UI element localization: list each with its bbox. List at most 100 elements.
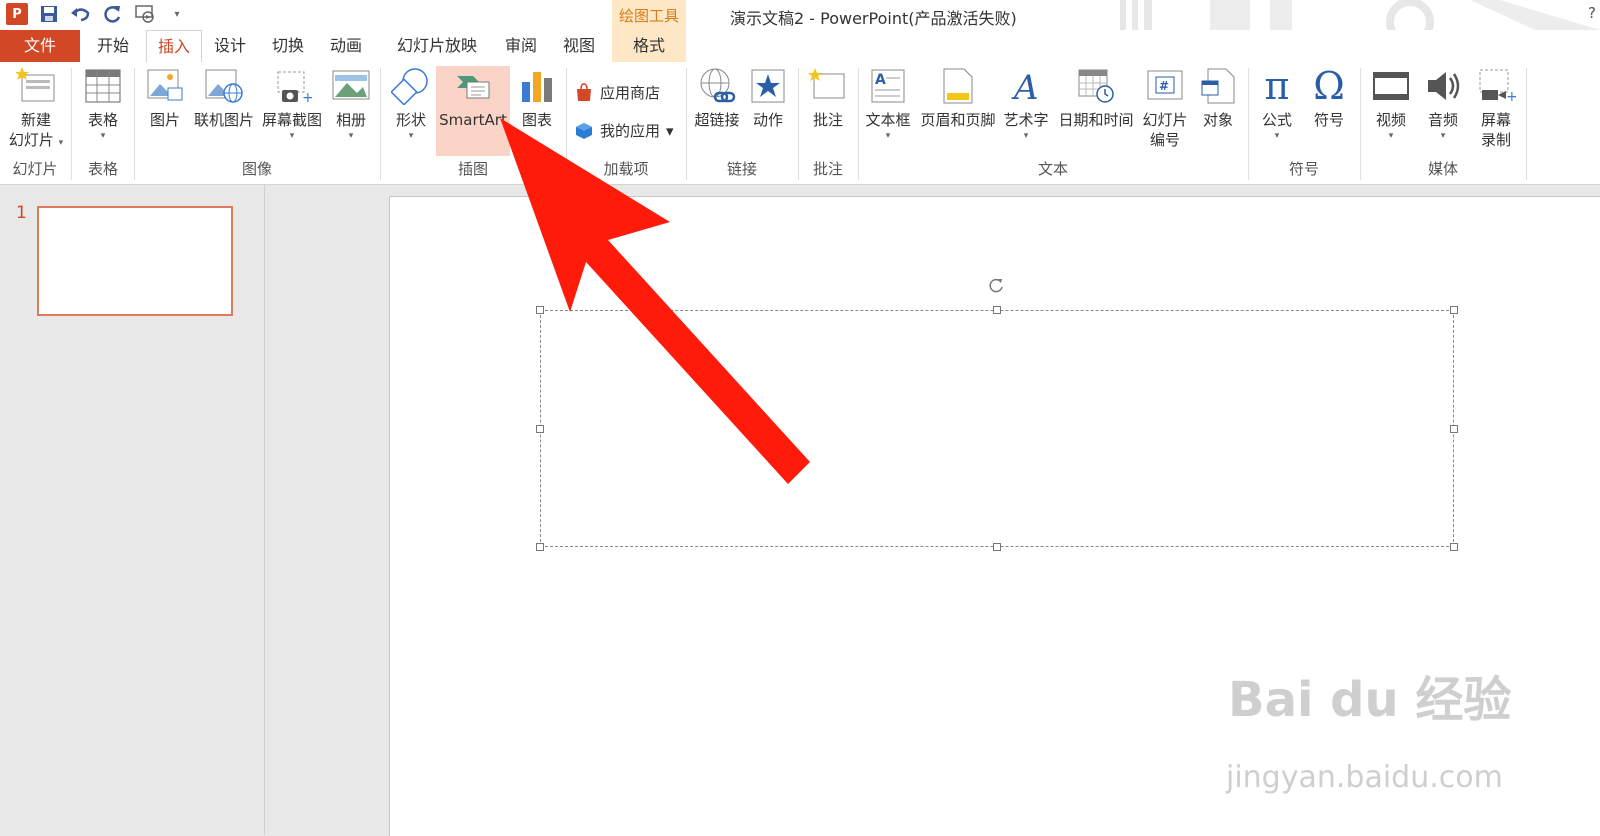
tab-view[interactable]: 视图: [556, 30, 602, 62]
group-separator: [134, 68, 135, 180]
textbox-button[interactable]: A 文本框 ▾: [862, 66, 914, 142]
tab-review[interactable]: 审阅: [498, 30, 544, 62]
group-label-media: 媒体: [1427, 160, 1458, 178]
undo-icon[interactable]: [70, 3, 92, 25]
slide-thumbnail[interactable]: [37, 206, 233, 316]
header-footer-label: 页眉和页脚: [920, 111, 996, 129]
group-label-slides: 幻灯片: [12, 160, 58, 178]
group-label-comments: 批注: [812, 160, 843, 178]
group-separator: [1248, 68, 1249, 180]
customize-icon[interactable]: ▾: [166, 3, 188, 25]
group-separator: [1526, 68, 1527, 180]
dropdown-arrow-icon: ▾: [1023, 131, 1029, 141]
comment-button[interactable]: 批注: [804, 66, 852, 130]
quick-access-toolbar: P ▾: [6, 3, 188, 25]
group-separator: [1360, 68, 1361, 180]
online-picture-label: 联机图片: [193, 111, 254, 129]
dropdown-arrow-icon: ▾: [1440, 131, 1446, 141]
rotate-handle-icon[interactable]: [987, 276, 1005, 294]
smartart-button[interactable]: SmartArt: [436, 66, 510, 156]
object-button[interactable]: 对象: [1194, 66, 1242, 130]
photo-album-icon: [331, 66, 371, 106]
slide-number-label: 幻灯片: [1142, 111, 1188, 129]
screenshot-icon: +: [272, 66, 312, 106]
screen-recording-label-2: 录制: [1480, 131, 1511, 149]
photo-album-button[interactable]: 相册 ▾: [326, 66, 376, 142]
dropdown-arrow-icon: ▾: [1274, 131, 1280, 141]
picture-label: 图片: [149, 111, 180, 129]
tab-design[interactable]: 设计: [206, 30, 254, 62]
online-picture-button[interactable]: 联机图片: [190, 66, 258, 130]
symbol-button[interactable]: Ω 符号: [1304, 66, 1354, 130]
resize-handle-left[interactable]: [536, 425, 544, 433]
smartart-label: SmartArt: [439, 111, 507, 129]
table-icon: [83, 66, 123, 106]
presentation-icon[interactable]: [134, 3, 156, 25]
audio-button[interactable]: 音频 ▾: [1418, 66, 1468, 142]
svg-text:A: A: [875, 72, 886, 88]
table-button[interactable]: 表格 ▾: [78, 66, 128, 142]
store-button[interactable]: 应用商店: [574, 82, 660, 103]
my-apps-icon: [576, 122, 592, 139]
tab-insert[interactable]: 插入: [146, 30, 202, 63]
help-button[interactable]: ?: [1588, 4, 1596, 22]
resize-handle-top-left[interactable]: [536, 306, 544, 314]
screenshot-label: 屏幕截图: [261, 111, 322, 129]
resize-handle-bottom[interactable]: [993, 543, 1001, 551]
store-icon: [577, 82, 591, 101]
chart-button[interactable]: 图表: [512, 66, 562, 130]
group-label-images: 图像: [241, 160, 272, 178]
slide-thumbnails-panel: 1: [0, 185, 265, 835]
omega-icon: Ω: [1313, 64, 1345, 108]
tab-format[interactable]: 格式: [612, 30, 686, 62]
new-slide-button[interactable]: 新建 幻灯片 ▾: [4, 66, 68, 150]
equation-button[interactable]: π 公式 ▾: [1252, 66, 1302, 142]
group-separator: [798, 68, 799, 180]
chart-label: 图表: [521, 111, 552, 129]
my-apps-button[interactable]: 我的应用 ▾: [574, 120, 674, 141]
textbox-icon: A: [868, 66, 908, 106]
resize-handle-top-right[interactable]: [1450, 306, 1458, 314]
header-footer-button[interactable]: 页眉和页脚: [916, 66, 1000, 130]
slide-number-button[interactable]: # 幻灯片 编号: [1138, 66, 1192, 150]
textbox-label: 文本框: [865, 111, 911, 129]
comment-label: 批注: [812, 111, 843, 129]
svg-text:A: A: [1011, 68, 1039, 105]
comment-icon: [808, 66, 848, 106]
group-label-addins: 加载项: [603, 160, 649, 178]
resize-handle-bottom-left[interactable]: [536, 543, 544, 551]
smartart-icon: [453, 66, 493, 106]
hyperlink-button[interactable]: 超链接: [690, 66, 744, 130]
save-icon[interactable]: [38, 3, 60, 25]
tab-transitions[interactable]: 切换: [264, 30, 312, 62]
screen-recording-button[interactable]: + 屏幕 录制: [1470, 66, 1522, 150]
chart-icon: [517, 66, 557, 106]
shapes-icon: [391, 66, 431, 106]
tab-animations[interactable]: 动画: [322, 30, 370, 62]
svg-text:#: #: [1159, 79, 1169, 93]
group-label-symbols: 符号: [1288, 160, 1319, 178]
tab-home[interactable]: 开始: [88, 30, 138, 62]
screenshot-button[interactable]: + 屏幕截图 ▾: [258, 66, 326, 142]
slide-number-icon: #: [1145, 66, 1185, 106]
wordart-button[interactable]: A 艺术字 ▾: [1000, 66, 1052, 142]
tab-slideshow[interactable]: 幻灯片放映: [384, 30, 490, 62]
action-button[interactable]: 动作: [744, 66, 792, 130]
redo-icon[interactable]: [102, 3, 124, 25]
picture-button[interactable]: 图片: [140, 66, 190, 130]
hyperlink-label: 超链接: [694, 111, 740, 129]
window-title: 演示文稿2 - PowerPoint(产品激活失败): [730, 9, 1017, 28]
drawing-tools-context-title: 绘图工具: [612, 0, 686, 30]
date-time-button[interactable]: 日期和时间: [1054, 66, 1138, 130]
dropdown-arrow-icon: ▾: [100, 131, 106, 141]
symbol-label: 符号: [1313, 111, 1344, 129]
video-button[interactable]: 视频 ▾: [1366, 66, 1416, 142]
resize-handle-right[interactable]: [1450, 425, 1458, 433]
equation-label: 公式: [1261, 111, 1292, 129]
shapes-button[interactable]: 形状 ▾: [386, 66, 436, 142]
object-icon: [1198, 66, 1238, 106]
tab-file[interactable]: 文件: [0, 30, 80, 62]
resize-handle-top[interactable]: [993, 306, 1001, 314]
resize-handle-bottom-right[interactable]: [1450, 543, 1458, 551]
selected-placeholder[interactable]: [540, 310, 1454, 547]
